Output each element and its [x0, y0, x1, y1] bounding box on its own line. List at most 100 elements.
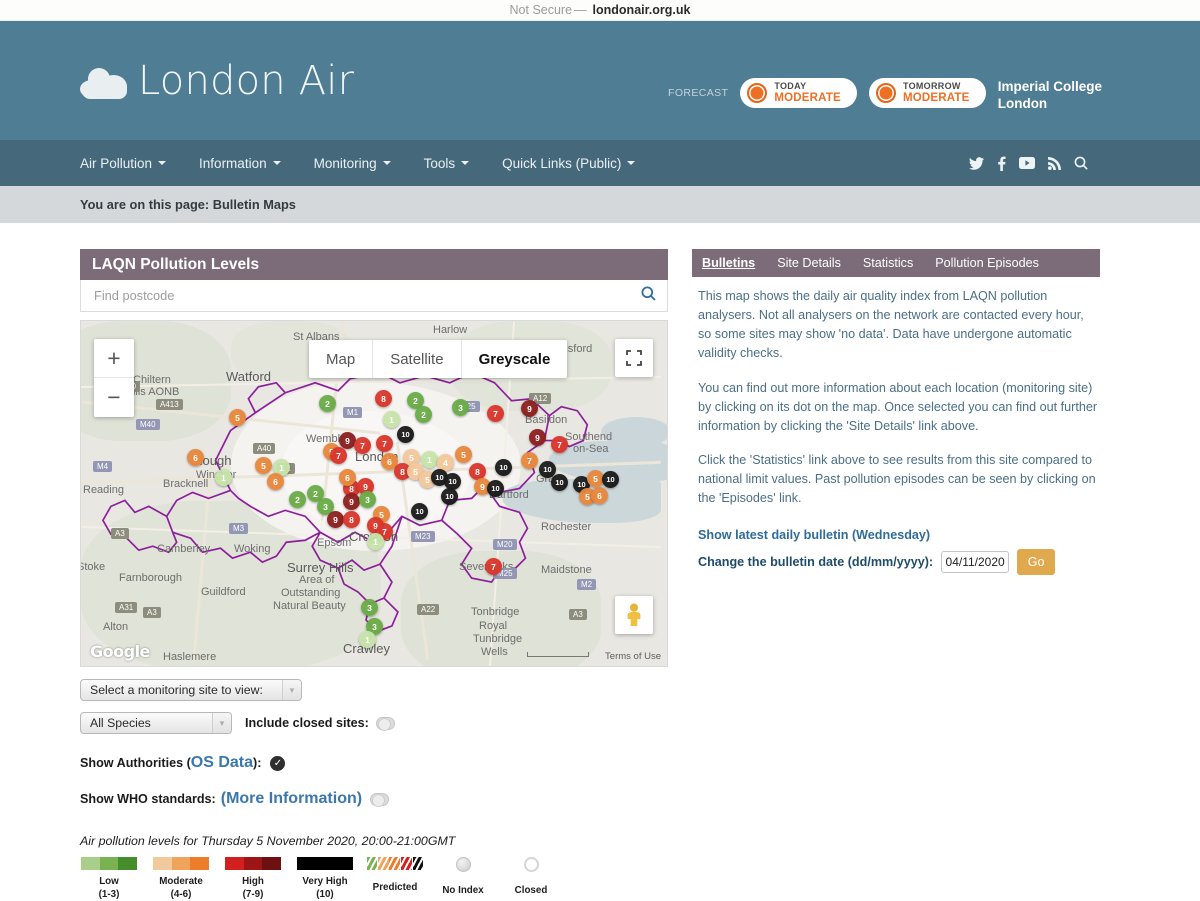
show-who-row: Show WHO standards: (More Information) [80, 790, 668, 808]
site-logo[interactable]: London Air [80, 58, 354, 104]
bulletin-date-input[interactable] [941, 551, 1009, 573]
map-site-marker[interactable]: 2 [289, 491, 306, 508]
facebook-icon[interactable] [997, 156, 1006, 171]
include-closed-toggle[interactable] [376, 717, 395, 730]
search-input[interactable] [92, 287, 641, 304]
map-site-marker[interactable]: 3 [361, 599, 378, 616]
map-site-marker[interactable]: 8 [343, 511, 360, 528]
map-site-marker[interactable]: 10 [495, 459, 512, 476]
map-site-marker[interactable]: 7 [330, 447, 347, 464]
map-site-marker[interactable]: 10 [397, 426, 414, 443]
map-site-marker[interactable]: 5 [455, 446, 472, 463]
map-place-label: Surrey Hills [287, 560, 353, 575]
map-type-map[interactable]: Map [309, 340, 373, 378]
map-site-marker[interactable]: 9 [343, 493, 360, 510]
latest-bulletin-link[interactable]: Show latest daily bulletin (Wednesday) [698, 528, 1100, 542]
map-road-shield: A413 [156, 399, 183, 410]
map-site-marker[interactable]: 1 [383, 411, 400, 428]
map-site-marker[interactable]: 6 [187, 449, 204, 466]
show-authorities-checkbox[interactable]: ✓ [270, 756, 285, 771]
map-road-shield: A31 [115, 602, 137, 613]
map-site-marker[interactable]: 10 [411, 503, 428, 520]
map-site-marker[interactable]: 1 [367, 533, 384, 550]
imperial-college-logo[interactable]: Imperial College London [998, 79, 1102, 113]
search-icon[interactable] [1074, 156, 1088, 170]
map-site-marker[interactable]: 6 [591, 487, 608, 504]
who-more-information-link[interactable]: (More Information) [221, 790, 362, 808]
site-select[interactable]: Select a monitoring site to view: ▼ [80, 679, 302, 701]
map-site-marker[interactable]: 5 [255, 457, 272, 474]
nav-item-quick-links[interactable]: Quick Links (Public) [502, 156, 635, 171]
map-site-marker[interactable]: 10 [602, 471, 619, 488]
info-paragraph-3: Click the 'Statistics' link above to see… [698, 451, 1100, 508]
map-site-marker[interactable]: 10 [441, 488, 458, 505]
rss-icon[interactable] [1048, 157, 1061, 170]
map-site-marker[interactable]: 10 [487, 480, 504, 497]
map-site-marker[interactable]: 9 [327, 511, 344, 528]
street-view-pegman[interactable] [615, 596, 653, 634]
closed-dot-icon [524, 857, 539, 872]
map-site-marker[interactable]: 8 [375, 390, 392, 407]
map-site-marker[interactable]: 3 [452, 399, 469, 416]
nav-item-air-pollution[interactable]: Air Pollution [80, 156, 166, 171]
map-road-shield: A3 [143, 607, 161, 618]
show-authorities-row: Show Authorities (OS Data): ✓ [80, 754, 668, 772]
go-button[interactable]: Go [1017, 549, 1055, 575]
map-site-marker[interactable]: 7 [551, 436, 568, 453]
species-select[interactable]: All Species ▼ [80, 712, 232, 734]
fullscreen-button[interactable] [615, 339, 653, 377]
map-road-shield: M20 [493, 539, 517, 550]
map-site-marker[interactable]: 7 [485, 558, 502, 575]
postcode-search-row [80, 280, 668, 312]
map-place-label: Maidstone [541, 564, 592, 576]
show-who-toggle[interactable] [370, 793, 389, 806]
tab-site-details[interactable]: Site Details [777, 256, 841, 270]
nav-label: Air Pollution [80, 156, 152, 171]
map-site-marker[interactable]: 10 [551, 474, 568, 491]
browser-security-bar: Not Secure — londonair.org.uk [0, 0, 1200, 21]
map-site-marker[interactable]: 7 [521, 452, 538, 469]
brand-title: London Air [138, 58, 354, 104]
nav-item-tools[interactable]: Tools [424, 156, 470, 171]
youtube-icon[interactable] [1019, 157, 1035, 169]
map-site-marker[interactable]: 2 [319, 395, 336, 412]
twitter-icon[interactable] [969, 157, 984, 170]
map-legend: Air pollution levels for Thursday 5 Nove… [80, 834, 668, 901]
map-road-shield: M2 [577, 579, 596, 590]
pollution-map[interactable]: St AlbansHarlowChelmsfordChilternHills A… [80, 320, 668, 667]
map-site-marker[interactable]: 7 [376, 435, 393, 452]
map-site-marker[interactable]: 1 [359, 631, 376, 648]
map-site-marker[interactable]: 9 [521, 400, 538, 417]
nav-item-monitoring[interactable]: Monitoring [314, 156, 391, 171]
nav-item-information[interactable]: Information [199, 156, 281, 171]
security-status: Not Secure [510, 3, 573, 17]
map-type-satellite[interactable]: Satellite [373, 340, 461, 378]
map-terms-link[interactable]: Terms of Use [605, 651, 661, 662]
map-site-marker[interactable]: 7 [354, 437, 371, 454]
site-domain: londonair.org.uk [593, 3, 691, 17]
os-data-link[interactable]: OS Data [191, 754, 253, 772]
tab-statistics[interactable]: Statistics [863, 256, 913, 270]
map-site-marker[interactable]: 1 [421, 451, 438, 468]
forecast-today-badge[interactable]: TODAY MODERATE [740, 78, 857, 108]
main-navigation: Air Pollution Information Monitoring Too… [0, 140, 1200, 186]
tab-pollution-episodes[interactable]: Pollution Episodes [935, 256, 1039, 270]
map-site-marker[interactable]: 5 [229, 409, 246, 426]
map-site-marker[interactable]: 3 [359, 491, 376, 508]
map-site-marker[interactable]: 6 [339, 469, 356, 486]
tab-bulletins[interactable]: Bulletins [702, 256, 755, 270]
nav-label: Monitoring [314, 156, 377, 171]
map-site-marker[interactable]: 7 [487, 405, 504, 422]
map-site-marker[interactable]: 6 [267, 473, 284, 490]
search-icon[interactable] [641, 286, 656, 305]
map-site-marker[interactable]: 1 [215, 469, 232, 486]
map-site-marker[interactable]: 9 [529, 429, 546, 446]
map-road-shield: A22 [417, 604, 439, 615]
zoom-in-button[interactable]: + [94, 339, 134, 378]
map-site-marker[interactable]: 2 [415, 406, 432, 423]
zoom-out-button[interactable]: − [94, 378, 134, 417]
map-place-label: Rochester [541, 521, 591, 533]
info-paragraph-2: You can find out more information about … [698, 379, 1100, 436]
forecast-tomorrow-badge[interactable]: TOMORROW MODERATE [869, 78, 986, 108]
map-type-greyscale[interactable]: Greyscale [462, 340, 568, 378]
